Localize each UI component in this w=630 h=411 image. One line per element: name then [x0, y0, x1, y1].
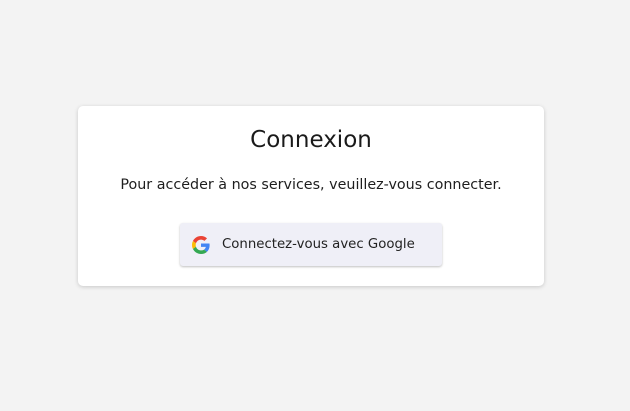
- google-g-icon: [192, 235, 210, 254]
- google-sign-in-label: Connectez-vous avec Google: [222, 237, 415, 252]
- google-sign-in-button[interactable]: Connectez-vous avec Google: [180, 223, 442, 266]
- login-message: Pour accéder à nos services, veuillez-vo…: [120, 177, 502, 193]
- login-card: Connexion Pour accéder à nos services, v…: [78, 106, 544, 286]
- login-title: Connexion: [250, 127, 372, 153]
